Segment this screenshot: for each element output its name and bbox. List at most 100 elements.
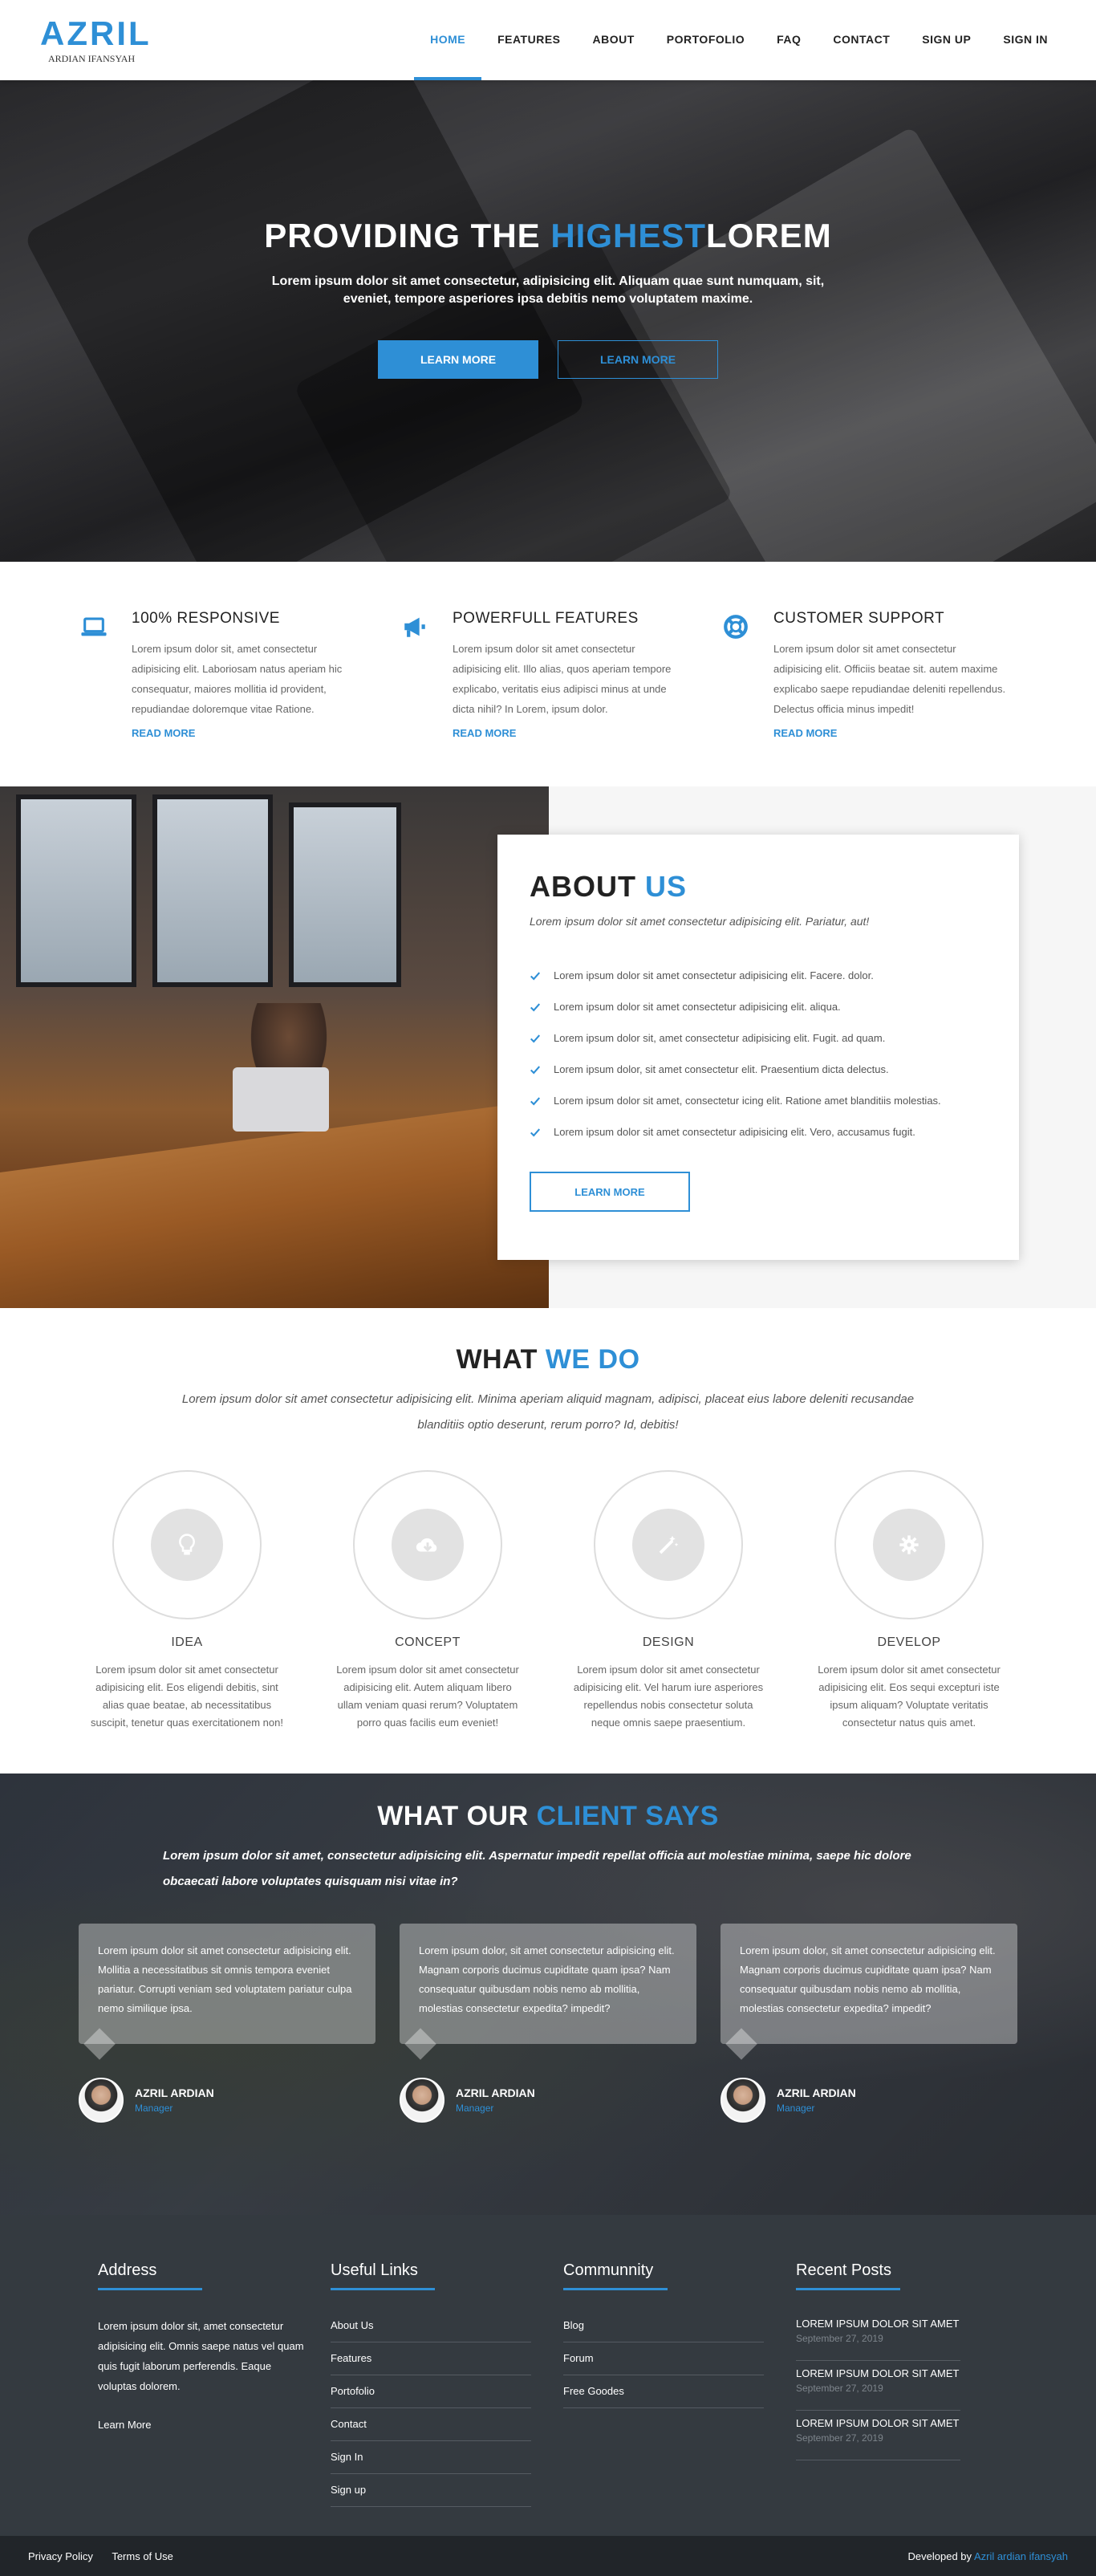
footer-link-blog[interactable]: Blog (563, 2310, 764, 2342)
feature-item: POWERFULL FEATURES Lorem ipsum dolor sit… (401, 610, 722, 786)
avatar (400, 2078, 444, 2123)
service-circle[interactable] (112, 1470, 262, 1619)
footer-useful-links-title: Useful Links (331, 2261, 435, 2290)
developer-label: Developed by (907, 2550, 974, 2562)
list-item: Lorem ipsum dolor, sit amet consectetur … (530, 1054, 987, 1085)
recent-post-date: September 27, 2019 (796, 2383, 883, 2394)
feature-title: CUSTOMER SUPPORT (773, 610, 945, 627)
recent-post[interactable]: LOREM IPSUM DOLOR SIT AMET September 27,… (796, 2411, 960, 2460)
service-name: DEVELOP (877, 1635, 941, 1649)
about-title: ABOUT US (530, 870, 987, 904)
hero-title-highlight: HIGHEST (550, 217, 707, 254)
footer-link-forum[interactable]: Forum (563, 2342, 764, 2375)
footer-link-contact[interactable]: Contact (331, 2408, 531, 2441)
terms-of-use-link[interactable]: Terms of Use (112, 2550, 173, 2562)
nav-features[interactable]: FEATURES (481, 0, 576, 80)
gear-icon (899, 1535, 919, 1554)
footer-useful-links: Useful Links About Us Features Portofoli… (331, 2261, 563, 2536)
what-we-do-title-pre: WHAT (456, 1344, 546, 1375)
cloud-download-icon (416, 1538, 437, 1552)
recent-post-date: September 27, 2019 (796, 2432, 883, 2444)
nav-about[interactable]: ABOUT (577, 0, 651, 80)
hero-content: PROVIDING THE HIGHESTLOREM Lorem ipsum d… (0, 217, 1096, 379)
recent-post[interactable]: LOREM IPSUM DOLOR SIT AMET September 27,… (796, 2311, 960, 2361)
about-photo (0, 786, 549, 1308)
nav-sign-in[interactable]: SIGN IN (987, 0, 1064, 80)
megaphone-icon (404, 617, 425, 637)
footer-recent-posts: Recent Posts LOREM IPSUM DOLOR SIT AMET … (796, 2261, 1029, 2536)
nav-sign-up[interactable]: SIGN UP (906, 0, 987, 80)
logo-subtitle: ARDIAN IFANSYAH (48, 53, 136, 64)
nav-faq[interactable]: FAQ (761, 0, 817, 80)
testimonials-subtitle: Lorem ipsum dolor sit amet, consectetur … (163, 1849, 911, 1888)
footer-link-free-goodes[interactable]: Free Goodes (563, 2375, 764, 2408)
list-item: Lorem ipsum dolor sit amet, consectetur … (530, 1085, 987, 1116)
service-icon-bg (151, 1509, 223, 1581)
service-circle[interactable] (594, 1470, 743, 1619)
laptop-icon (81, 617, 107, 636)
testimonials-title-pre: WHAT OUR (377, 1801, 537, 1831)
list-item: Lorem ipsum dolor sit, amet consectetur … (530, 1022, 987, 1054)
service-icon-bg (632, 1509, 704, 1581)
footer-link-sign-in[interactable]: Sign In (331, 2441, 531, 2474)
hero-learn-more-outline-button[interactable]: LEARN MORE (558, 340, 718, 379)
footer-link-about-us[interactable]: About Us (331, 2310, 531, 2342)
author-info: AZRIL ARDIAN Manager (444, 2086, 535, 2114)
lightbulb-icon (179, 1534, 195, 1555)
service-item: CONCEPT Lorem ipsum dolor sit amet conse… (331, 1470, 524, 1732)
logo-title: AZRIL (40, 14, 152, 52)
footer-community: Communnity Blog Forum Free Goodes (563, 2261, 796, 2536)
footer-link-sign-up[interactable]: Sign up (331, 2474, 531, 2507)
service-circle[interactable] (353, 1470, 502, 1619)
service-circle[interactable] (834, 1470, 984, 1619)
service-item: DESIGN Lorem ipsum dolor sit amet consec… (572, 1470, 765, 1732)
service-text: Lorem ipsum dolor sit amet consectetur a… (91, 1664, 283, 1729)
testimonial-author: AZRIL ARDIAN Manager (79, 2078, 375, 2123)
list-item-text: Lorem ipsum dolor sit amet, consectetur … (554, 1095, 941, 1107)
footer-address-text: Lorem ipsum dolor sit, amet consectetur … (98, 2320, 304, 2392)
about-title-highlight: US (645, 870, 688, 903)
lifebuoy-icon (724, 615, 748, 639)
testimonial-card: Lorem ipsum dolor, sit amet consectetur … (400, 1924, 696, 2123)
author-info: AZRIL ARDIAN Manager (124, 2086, 214, 2114)
footer-community-list: Blog Forum Free Goodes (563, 2310, 764, 2408)
read-more-link[interactable]: READ MORE (773, 727, 1006, 739)
nav-contact[interactable]: CONTACT (817, 0, 906, 80)
footer-learn-more-link[interactable]: Learn More (98, 2419, 331, 2431)
service-text: Lorem ipsum dolor sit amet consectetur a… (336, 1664, 519, 1729)
footer-link-portofolio[interactable]: Portofolio (331, 2375, 531, 2408)
recent-post-title: LOREM IPSUM DOLOR SIT AMET (796, 2417, 960, 2429)
privacy-policy-link[interactable]: Privacy Policy (28, 2550, 93, 2562)
feature-text: Lorem ipsum dolor sit amet consectetur a… (453, 643, 672, 715)
footer-link-features[interactable]: Features (331, 2342, 531, 2375)
bottom-bar-links: Privacy Policy Terms of Use (28, 2550, 189, 2562)
logo[interactable]: AZRIL ARDIAN IFANSYAH (40, 16, 152, 65)
about-learn-more-button[interactable]: LEARN MORE (530, 1172, 690, 1212)
list-item-text: Lorem ipsum dolor, sit amet consectetur … (554, 1063, 889, 1075)
list-item-text: Lorem ipsum dolor sit amet consectetur a… (554, 1126, 915, 1138)
footer-posts-list: LOREM IPSUM DOLOR SIT AMET September 27,… (796, 2311, 960, 2460)
footer-recent-posts-title: Recent Posts (796, 2261, 900, 2290)
check-icon (530, 1128, 541, 1136)
list-item-text: Lorem ipsum dolor sit amet consectetur a… (554, 1001, 841, 1013)
hero-learn-more-button[interactable]: LEARN MORE (378, 340, 538, 379)
testimonials-title: WHAT OUR CLIENT SAYS (0, 1774, 1096, 1832)
developer-link[interactable]: Azril ardian ifansyah (974, 2550, 1068, 2562)
read-more-link[interactable]: READ MORE (132, 727, 364, 739)
what-we-do-title-highlight: WE DO (545, 1344, 640, 1375)
author-name: AZRIL ARDIAN (135, 2086, 214, 2099)
recent-post[interactable]: LOREM IPSUM DOLOR SIT AMET September 27,… (796, 2361, 960, 2411)
nav-portofolio[interactable]: PORTOFOLIO (651, 0, 761, 80)
feature-body: 100% RESPONSIVE Lorem ipsum dolor sit, a… (132, 610, 364, 786)
check-icon (530, 1034, 541, 1042)
service-name: IDEA (171, 1635, 203, 1649)
what-we-do-title: WHAT WE DO (0, 1344, 1096, 1375)
read-more-link[interactable]: READ MORE (453, 727, 685, 739)
nav-home[interactable]: HOME (414, 0, 482, 80)
site-footer: Address Lorem ipsum dolor sit, amet cons… (0, 2215, 1096, 2536)
service-text: Lorem ipsum dolor sit amet consectetur a… (573, 1664, 764, 1729)
list-item: Lorem ipsum dolor sit amet consectetur a… (530, 960, 987, 991)
testimonials-title-highlight: CLIENT SAYS (536, 1801, 719, 1831)
about-checklist: Lorem ipsum dolor sit amet consectetur a… (530, 960, 987, 1148)
list-item-text: Lorem ipsum dolor sit, amet consectetur … (554, 1032, 886, 1044)
